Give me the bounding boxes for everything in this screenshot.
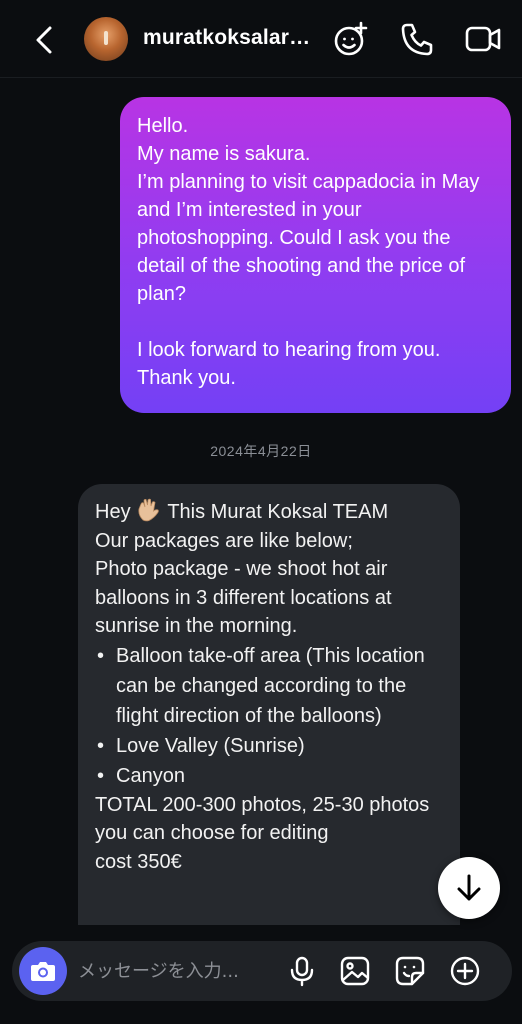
message-line: I’m planning to visit cappadocia in May … [137, 171, 480, 305]
message-line: My name is sakura. [137, 143, 311, 165]
message-input[interactable] [78, 955, 278, 987]
message-line: Photo package - we shoot hot air balloon… [95, 558, 392, 637]
sticker-icon[interactable] [394, 955, 426, 987]
gallery-icon[interactable] [339, 955, 371, 987]
package-list: Balloon take-off area (This location can… [95, 641, 444, 791]
greeting-text: Hey [95, 501, 137, 523]
effects-icon[interactable] [332, 20, 370, 58]
message-line: Our packages are like below; [95, 529, 353, 552]
avatar[interactable] [84, 17, 128, 61]
video-icon[interactable] [464, 20, 502, 58]
message-line: cost 350€ [95, 850, 182, 873]
message-line: Hey This Murat Koksal TEAM [95, 498, 444, 527]
list-item: Balloon take-off area (This location can… [95, 641, 444, 731]
greeting-text: This Murat Koksal TEAM [162, 501, 389, 523]
microphone-icon[interactable] [286, 955, 318, 987]
message-line: TOTAL 200-300 photos, 25-30 photos you c… [95, 793, 430, 845]
chevron-left-icon [36, 26, 52, 54]
message-line: Hello. [137, 115, 189, 137]
arrow-down-icon [457, 874, 481, 901]
camera-button[interactable] [19, 947, 67, 995]
back-button[interactable] [30, 22, 62, 58]
list-item: Canyon [95, 761, 444, 791]
chat-header: muratkoksalar… [0, 0, 522, 78]
list-item: Love Valley (Sunrise) [95, 731, 444, 761]
outgoing-message[interactable]: Hello. My name is sakura. I’m planning t… [120, 97, 511, 413]
message-composer [12, 941, 512, 1001]
phone-icon[interactable] [398, 20, 436, 58]
chat-username[interactable]: muratkoksalar… [143, 26, 310, 50]
plus-circle-icon[interactable] [449, 955, 481, 987]
scroll-to-bottom-button[interactable] [438, 857, 500, 919]
message-line: I look forward to hearing from you. Than… [137, 339, 441, 389]
date-separator: 2024年4月22日 [210, 443, 312, 459]
message-gap [137, 308, 495, 336]
camera-icon [31, 962, 55, 981]
waving-hand-icon [138, 498, 159, 522]
